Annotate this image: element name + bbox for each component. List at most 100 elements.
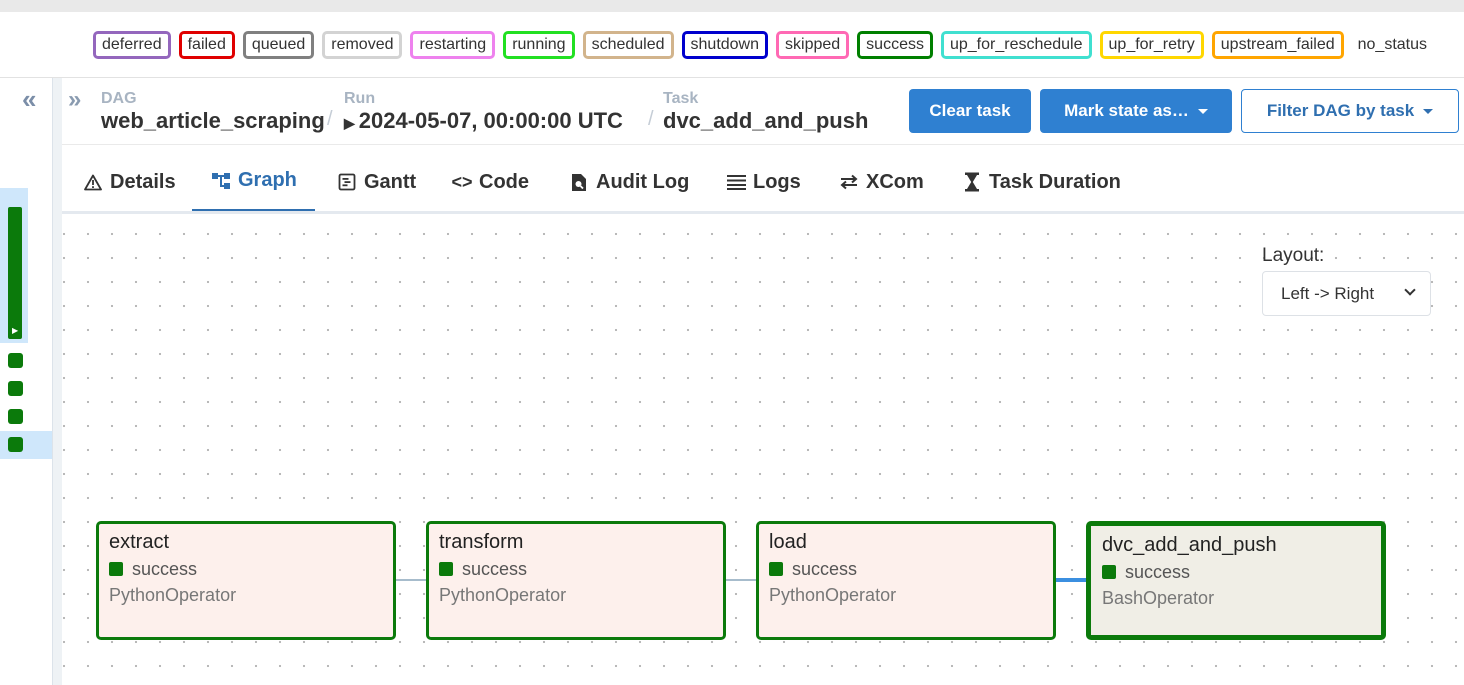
legend-queued[interactable]: queued	[242, 31, 315, 59]
task-node-transform[interactable]: transform success PythonOperator	[426, 521, 726, 640]
task-node-state-label: success	[132, 559, 198, 579]
filter-dag-button[interactable]: Filter DAG by task	[1241, 89, 1459, 133]
breadcrumb-task-value[interactable]: dvc_add_and_push	[663, 108, 868, 134]
legend-upstream-failed[interactable]: upstream_failed	[1211, 31, 1344, 59]
code-icon: <>	[451, 171, 473, 192]
task-node-name: extract	[109, 531, 170, 553]
tab-logs[interactable]: Logs	[725, 152, 801, 212]
graph-edge-highlighted	[1055, 578, 1087, 582]
task-node-state: success	[109, 556, 383, 582]
layout-label: Layout:	[1262, 245, 1325, 266]
layout-select-value: Left -> Right	[1281, 283, 1375, 303]
task-node-name: dvc_add_and_push	[1102, 534, 1277, 556]
chevron-down-icon	[1404, 284, 1416, 296]
task-instance-box[interactable]	[8, 437, 23, 452]
task-node-dvc-add-and-push[interactable]: dvc_add_and_push success BashOperator	[1086, 521, 1386, 640]
tab-details-label: Details	[110, 170, 176, 193]
filter-dag-label: Filter DAG by task	[1266, 101, 1415, 120]
task-node-state-label: success	[792, 559, 858, 579]
graph-icon	[210, 172, 232, 190]
tab-xcom[interactable]: XCom	[838, 152, 924, 212]
grid-resize-handle[interactable]	[52, 78, 62, 685]
state-success-swatch	[1102, 565, 1116, 579]
legend-removed[interactable]: removed	[322, 31, 403, 59]
legend-scheduled[interactable]: scheduled	[582, 31, 674, 59]
grid-panel: « ▶	[0, 78, 62, 685]
task-instance-box[interactable]	[8, 409, 23, 424]
breadcrumb-divider	[62, 144, 1464, 145]
breadcrumb-run-value-wrap[interactable]: ▶ 2024-05-07, 00:00:00 UTC	[344, 108, 623, 136]
task-node-operator: PythonOperator	[769, 585, 897, 605]
collapse-grid-icon[interactable]: «	[22, 84, 36, 115]
task-node-load[interactable]: load success PythonOperator	[756, 521, 1056, 640]
task-node-state: success	[769, 556, 1043, 582]
audit-log-icon	[568, 173, 590, 192]
breadcrumb-separator: /	[648, 108, 654, 130]
legend-no-status[interactable]: no_status	[1352, 31, 1433, 59]
clear-task-label: Clear task	[929, 101, 1011, 120]
task-instance-box[interactable]	[8, 353, 23, 368]
breadcrumb-task-label: Task	[663, 90, 699, 107]
tab-audit-log-label: Audit Log	[596, 170, 690, 193]
task-node-operator: BashOperator	[1102, 588, 1215, 608]
tab-graph-label: Graph	[238, 169, 297, 191]
task-node-state-label: success	[462, 559, 528, 579]
clear-task-button[interactable]: Clear task	[909, 89, 1031, 133]
tab-audit-log[interactable]: Audit Log	[568, 152, 689, 212]
tab-gantt[interactable]: Gantt	[336, 152, 416, 212]
breadcrumb-run-value[interactable]: 2024-05-07, 00:00:00 UTC	[359, 108, 623, 133]
task-node-state: success	[439, 556, 713, 582]
run-play-icon: ▶	[344, 115, 355, 131]
task-node-extract[interactable]: extract success PythonOperator	[96, 521, 396, 640]
legend-skipped[interactable]: skipped	[776, 31, 850, 59]
legend-success[interactable]: success	[857, 31, 933, 59]
legend-up-for-reschedule[interactable]: up_for_reschedule	[940, 31, 1092, 59]
legend-deferred[interactable]: deferred	[93, 31, 171, 59]
task-node-name: load	[769, 531, 807, 553]
breadcrumb-dag-label: DAG	[101, 90, 137, 107]
legend-shutdown[interactable]: shutdown	[681, 31, 769, 59]
breadcrumb-dag-value[interactable]: web_article_scraping	[101, 108, 325, 134]
warning-icon	[82, 174, 104, 191]
tab-graph[interactable]: Graph	[192, 152, 315, 212]
expand-chevron-icon[interactable]: »	[68, 86, 81, 114]
graph-edge	[725, 579, 757, 581]
legend-restarting[interactable]: restarting	[410, 31, 496, 59]
task-node-state: success	[1102, 559, 1370, 585]
state-success-swatch	[769, 562, 783, 576]
tab-gantt-label: Gantt	[364, 170, 417, 193]
legend-up-for-retry[interactable]: up_for_retry	[1099, 31, 1204, 59]
tab-task-duration[interactable]: Task Duration	[961, 152, 1121, 212]
tab-code[interactable]: <> Code	[451, 152, 529, 212]
mark-state-button[interactable]: Mark state as…	[1040, 89, 1232, 133]
breadcrumb-separator: /	[327, 108, 333, 130]
breadcrumb-task[interactable]: Task dvc_add_and_push	[663, 90, 868, 134]
task-instance-box[interactable]	[8, 381, 23, 396]
graph-edge	[395, 579, 427, 581]
tab-details[interactable]: Details	[80, 152, 178, 212]
task-node-operator: PythonOperator	[109, 585, 237, 605]
legend-failed[interactable]: failed	[178, 31, 235, 59]
tab-logs-label: Logs	[753, 170, 801, 193]
state-success-swatch	[109, 562, 123, 576]
task-node-operator: PythonOperator	[439, 585, 567, 605]
tab-xcom-label: XCom	[866, 170, 924, 193]
tab-task-duration-label: Task Duration	[989, 170, 1121, 193]
tab-code-label: Code	[479, 170, 529, 193]
logs-icon	[725, 174, 747, 190]
state-legend: deferred failed queued removed restartin…	[93, 30, 1433, 60]
play-icon: ▶	[12, 326, 19, 335]
caret-down-icon	[1197, 108, 1208, 114]
top-strip	[0, 0, 1464, 12]
layout-select[interactable]: Left -> Right	[1262, 271, 1431, 316]
gantt-icon	[336, 173, 358, 191]
task-node-state-label: success	[1125, 562, 1191, 582]
dag-run-bar[interactable]: ▶	[8, 207, 22, 339]
legend-running[interactable]: running	[503, 31, 575, 59]
task-node-name: transform	[439, 531, 524, 553]
breadcrumb-dag[interactable]: DAG web_article_scraping	[101, 90, 325, 134]
breadcrumb-run[interactable]: Run ▶ 2024-05-07, 00:00:00 UTC	[344, 90, 623, 136]
tab-bar: Details Graph Gantt <> Code Audit Log Log…	[62, 152, 1464, 212]
caret-down-icon	[1423, 108, 1434, 114]
breadcrumb-run-label: Run	[344, 90, 376, 107]
